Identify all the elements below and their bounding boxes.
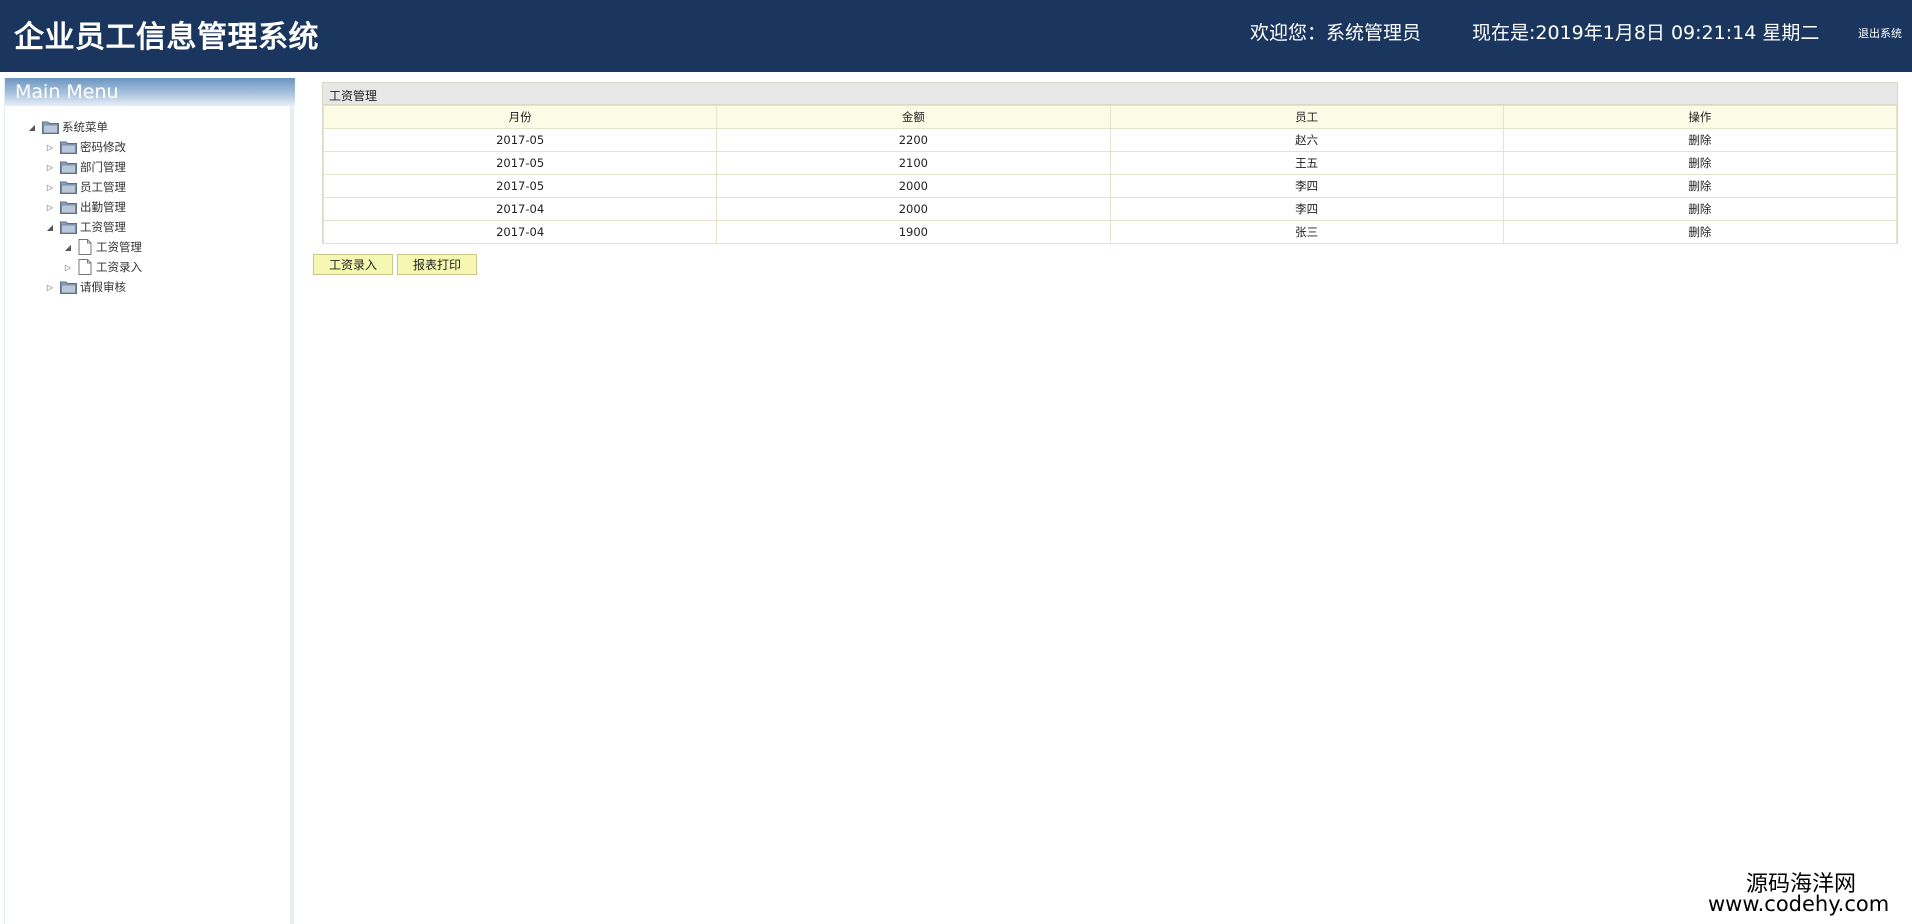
cell-employee: 李四 — [1109, 197, 1504, 221]
cell-amount: 2000 — [716, 197, 1111, 221]
table-row: 2017-04 1900 张三 删除 — [322, 220, 1898, 244]
collapse-triangle-icon[interactable]: ▷ — [43, 281, 57, 293]
salary-table: 月份 金额 员工 操作 2017-05 2200 赵六 删除 2017-05 2… — [322, 105, 1898, 244]
current-datetime: 现在是:2019年1月8日 09:21:14 星期二 — [1472, 22, 1820, 44]
sidebar-item-attendance[interactable]: ▷ 出勤管理 — [43, 198, 126, 216]
panel-title-bar: 工资管理 — [323, 83, 1897, 105]
document-icon — [78, 239, 92, 255]
table-row: 2017-05 2200 赵六 删除 — [322, 128, 1898, 152]
expand-triangle-icon[interactable]: ◢ — [61, 241, 75, 253]
cell-month: 2017-04 — [322, 220, 718, 244]
document-icon — [78, 259, 92, 275]
sidebar-item-salary[interactable]: ◢ 工资管理 — [43, 218, 126, 236]
sidebar-item-label[interactable]: 密码修改 — [80, 139, 126, 155]
column-header-action: 操作 — [1502, 105, 1898, 129]
table-row: 2017-05 2100 王五 删除 — [322, 151, 1898, 175]
tree-root-label[interactable]: 系统菜单 — [62, 119, 108, 135]
folder-icon — [42, 121, 59, 134]
collapse-triangle-icon[interactable]: ▷ — [61, 261, 75, 273]
cell-month: 2017-05 — [322, 128, 718, 152]
folder-icon — [60, 221, 77, 234]
collapse-triangle-icon[interactable]: ▷ — [43, 141, 57, 153]
top-header: 企业员工信息管理系统 欢迎您：系统管理员 现在是:2019年1月8日 09:21… — [0, 0, 1912, 72]
delete-link[interactable]: 删除 — [1502, 128, 1898, 152]
cell-amount: 1900 — [716, 220, 1111, 244]
folder-icon — [60, 201, 77, 214]
sidebar-item-label[interactable]: 请假审核 — [80, 279, 126, 295]
sidebar-item-label[interactable]: 工资管理 — [80, 219, 126, 235]
expand-triangle-icon[interactable]: ◢ — [25, 121, 39, 133]
folder-icon — [60, 281, 77, 294]
cell-month: 2017-05 — [322, 151, 718, 175]
cell-amount: 2000 — [716, 174, 1111, 198]
sidebar-item-password[interactable]: ▷ 密码修改 — [43, 138, 126, 156]
sidebar-item-label[interactable]: 出勤管理 — [80, 199, 126, 215]
cell-employee: 王五 — [1109, 151, 1504, 175]
folder-icon — [60, 181, 77, 194]
sidebar-heading-label: Main Menu — [15, 81, 119, 103]
delete-link[interactable]: 删除 — [1502, 151, 1898, 175]
report-print-button[interactable]: 报表打印 — [397, 254, 477, 275]
cell-amount: 2100 — [716, 151, 1111, 175]
salary-panel: 工资管理 月份 金额 员工 操作 2017-05 2200 赵六 删除 2017… — [322, 82, 1898, 244]
sidebar-item-employee[interactable]: ▷ 员工管理 — [43, 178, 126, 196]
column-header-month: 月份 — [322, 105, 718, 129]
logout-link[interactable]: 退出系统 — [1858, 25, 1902, 41]
sidebar-item-leave[interactable]: ▷ 请假审核 — [43, 278, 126, 296]
sidebar-item-label[interactable]: 工资管理 — [96, 239, 142, 255]
cell-month: 2017-04 — [322, 197, 718, 221]
sidebar-subitem-salary-entry[interactable]: ▷ 工资录入 — [61, 258, 142, 276]
delete-link[interactable]: 删除 — [1502, 174, 1898, 198]
collapse-triangle-icon[interactable]: ▷ — [43, 201, 57, 213]
app-title: 企业员工信息管理系统 — [14, 20, 319, 55]
sidebar-item-label[interactable]: 部门管理 — [80, 159, 126, 175]
sidebar-item-department[interactable]: ▷ 部门管理 — [43, 158, 126, 176]
welcome-text: 欢迎您：系统管理员 — [1250, 22, 1422, 44]
delete-link[interactable]: 删除 — [1502, 220, 1898, 244]
column-header-employee: 员工 — [1109, 105, 1504, 129]
column-header-amount: 金额 — [716, 105, 1111, 129]
watermark-url: www.codehy.com — [1708, 892, 1890, 916]
sidebar-heading: Main Menu — [5, 78, 295, 106]
sidebar-item-label[interactable]: 工资录入 — [96, 259, 142, 275]
table-row: 2017-05 2000 李四 删除 — [322, 174, 1898, 198]
expand-triangle-icon[interactable]: ◢ — [43, 221, 57, 233]
collapse-triangle-icon[interactable]: ▷ — [43, 161, 57, 173]
cell-employee: 李四 — [1109, 174, 1504, 198]
sidebar-subitem-salary-manage[interactable]: ◢ 工资管理 — [61, 238, 142, 256]
tree-root[interactable]: ◢ 系统菜单 — [25, 118, 108, 136]
salary-entry-button[interactable]: 工资录入 — [313, 254, 393, 275]
sidebar: Main Menu ◢ 系统菜单 ▷ 密码修改 ▷ 部门管理 ▷ 员工管理 ▷ … — [4, 78, 295, 924]
panel-title: 工资管理 — [329, 89, 378, 103]
folder-icon — [60, 161, 77, 174]
collapse-triangle-icon[interactable]: ▷ — [43, 181, 57, 193]
table-row: 2017-04 2000 李四 删除 — [322, 197, 1898, 221]
cell-amount: 2200 — [716, 128, 1111, 152]
table-header-row: 月份 金额 员工 操作 — [322, 105, 1898, 129]
delete-link[interactable]: 删除 — [1502, 197, 1898, 221]
folder-icon — [60, 141, 77, 154]
cell-month: 2017-05 — [322, 174, 718, 198]
cell-employee: 赵六 — [1109, 128, 1504, 152]
sidebar-item-label[interactable]: 员工管理 — [80, 179, 126, 195]
cell-employee: 张三 — [1109, 220, 1504, 244]
